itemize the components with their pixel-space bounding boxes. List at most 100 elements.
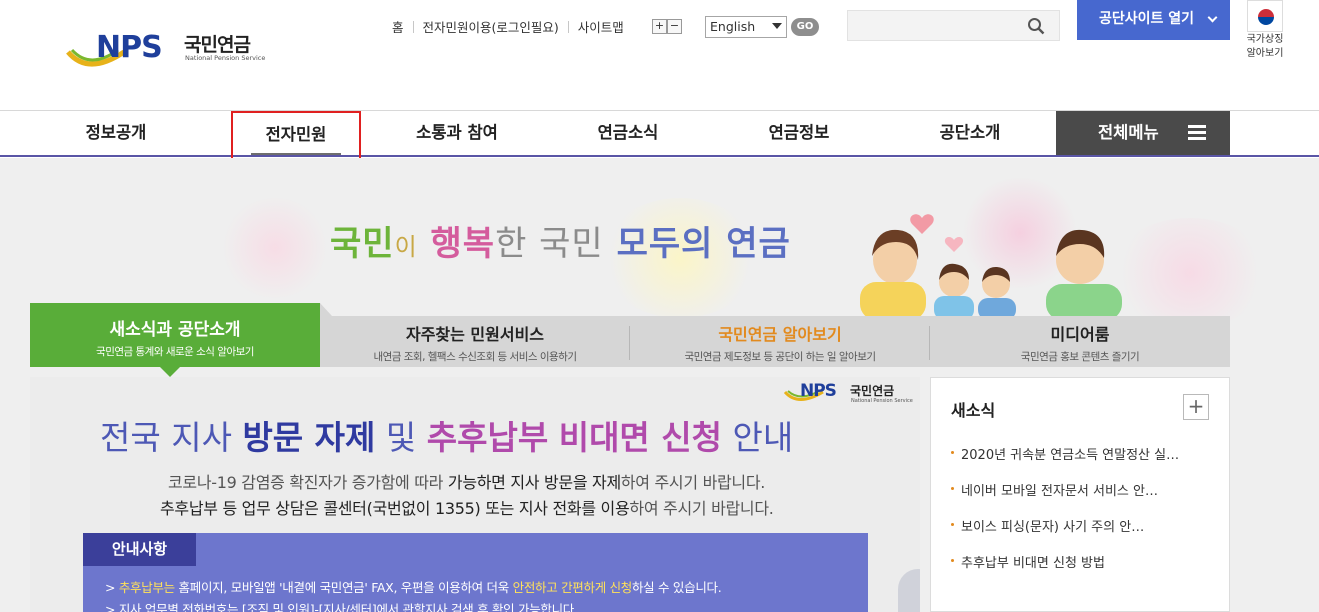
slogan-word: 국민 (330, 224, 395, 264)
util-sitemap-link[interactable]: 사이트맵 (578, 20, 624, 35)
gnb-item-info-disclosure[interactable]: 정보공개 (46, 111, 186, 155)
slogan-word: 모두의 연금 (616, 224, 791, 264)
bullet-icon (951, 559, 954, 562)
tab-subtitle: 국민연금 통계와 새로운 소식 알아보기 (96, 346, 254, 358)
banner-logo-ko: 국민연금 (850, 384, 895, 398)
national-symbol-link[interactable]: 국가상징 알아보기 (1240, 0, 1290, 66)
tab-learn-pension[interactable]: 국민연금 알아보기 국민연금 제도정보 등 공단이 하는 일 알아보기 (630, 316, 930, 367)
tab-title: 미디어룸 (1050, 325, 1110, 344)
list-item[interactable]: 2020년 귀속분 연금소득 연말정산 실… (951, 444, 1179, 480)
gnb-item-communication[interactable]: 소통과 참여 (387, 111, 527, 155)
notice-title: 안내사항 (83, 533, 196, 566)
open-affiliate-sites-button[interactable]: 공단사이트 열기 (1077, 0, 1230, 40)
gnb-item-about[interactable]: 공단소개 (900, 111, 1040, 155)
text-part: 추후납부 등 업무 상담은 콜센터(국번없이 1355) 또는 지사 전화를 이… (160, 499, 630, 518)
news-list: 2020년 귀속분 연금소득 연말정산 실… 네이버 모바일 전자문서 서비스 … (951, 444, 1179, 588)
logo-name-ko: 국민연금 (184, 34, 251, 56)
text-part: > (105, 580, 119, 595)
tab-title: 국민연금 알아보기 (718, 325, 842, 344)
bullet-icon (951, 523, 954, 526)
text-part: 안전하고 간편하게 신청 (512, 580, 633, 595)
notice-banner[interactable]: NPS 국민연금 National Pension Service 전국 지사 … (30, 377, 920, 612)
util-nav: 홈 전자민원이용(로그인필요) 사이트맵 (392, 17, 624, 37)
headline-part: 안내 (732, 418, 794, 457)
active-underline (251, 153, 341, 155)
headline-part: 추후납부 (426, 418, 549, 457)
zoom-in-button[interactable]: + (652, 19, 667, 34)
main-navigation: 정보공개 전자민원 소통과 참여 연금소식 연금정보 공단소개 전체메뉴 (0, 111, 1319, 164)
taegukgi-flag-icon (1247, 0, 1283, 32)
notice-line-2: > 지사 업무별 전화번호는 [조직 및 인원]-[지사/센터]에서 관할지사 … (105, 602, 578, 612)
tab-frequent-services[interactable]: 자주찾는 민원서비스 내연금 조회, 헬팩스 수신조회 등 서비스 이용하기 (320, 316, 630, 367)
banner-logo-en: National Pension Service (851, 398, 913, 404)
text-part: 하여 주시기 바랍니다. (620, 473, 766, 492)
banner-text-line-2: 추후납부 등 업무 상담은 콜센터(국번없이 1355) 또는 지사 전화를 이… (160, 495, 774, 519)
headline-part: 및 (385, 418, 417, 457)
gnb-item-label: 전자민원 (265, 125, 327, 144)
bullet-icon (951, 487, 954, 490)
main-visual: 국민이 행복한 국민 모두의 연금 새소식과 공단소개 국민연금 통계와 새로운… (0, 158, 1319, 612)
zoom-out-button[interactable]: − (667, 19, 682, 34)
text-part: 가능하면 지사 방문을 자제 (447, 473, 621, 492)
news-title: 새소식 (951, 401, 996, 420)
all-menu-label: 전체메뉴 (1098, 123, 1159, 142)
emblem-label-2: 알아보기 (1246, 48, 1284, 59)
gnb-item-pension-info[interactable]: 연금정보 (729, 111, 869, 155)
slogan: 국민이 행복한 국민 모두의 연금 (330, 216, 791, 265)
main-tabs: 새소식과 공단소개 국민연금 통계와 새로운 소식 알아보기 자주찾는 민원서비… (30, 303, 1230, 377)
tab-subtitle: 국민연금 제도정보 등 공단이 하는 일 알아보기 (684, 351, 876, 363)
text-part: 하실 수 있습니다. (631, 580, 722, 595)
chevron-down-icon (1207, 12, 1218, 23)
headline-part: 전국 지사 (100, 418, 232, 457)
notice-box: 안내사항 > 추후납부는 홈페이지, 모바일앱 '내곁에 국민연금' FAX, … (83, 533, 868, 612)
emblem-label-1: 국가상징 (1246, 34, 1284, 45)
util-home-link[interactable]: 홈 (392, 20, 404, 35)
tab-subtitle: 내연금 조회, 헬팩스 수신조회 등 서비스 이용하기 (373, 351, 577, 363)
bullet-icon (951, 451, 954, 454)
decorative-glow (220, 198, 330, 298)
news-item-title: 네이버 모바일 전자문서 서비스 안… (961, 484, 1158, 499)
language-go-button[interactable]: GO (791, 18, 819, 36)
banner-headline: 전국 지사 방문 자제 및 추후납부 비대면 신청 안내 (100, 411, 793, 459)
hamburger-icon (1188, 125, 1206, 141)
tab-news-and-about[interactable]: 새소식과 공단소개 국민연금 통계와 새로운 소식 알아보기 (30, 303, 320, 377)
logo-mark: NPS (96, 30, 163, 65)
list-item[interactable]: 네이버 모바일 전자문서 서비스 안… (951, 480, 1179, 516)
text-part: 코로나-19 감염증 확진자가 증가함에 따라 (168, 473, 444, 492)
zoom-controls: + − (652, 19, 682, 34)
all-menu-button[interactable]: 전체메뉴 (1056, 111, 1230, 155)
language-select[interactable]: English (705, 16, 787, 38)
util-eservice-link[interactable]: 전자민원이용(로그인필요) (423, 20, 559, 35)
slogan-word: 한 국민 (495, 224, 604, 264)
divider (412, 21, 414, 33)
news-item-title: 보이스 피싱(문자) 사기 주의 안… (961, 520, 1145, 535)
banner-logo-mark: NPS (800, 381, 837, 401)
tab-subtitle: 국민연금 홍보 콘텐츠 즐기기 (1020, 351, 1140, 363)
language-selected-value: English (710, 19, 756, 34)
text-part: 하여 주시기 바랍니다. (629, 499, 774, 518)
tab-title: 자주찾는 민원서비스 (405, 325, 545, 344)
logo-name-en: National Pension Service (185, 54, 266, 62)
headline-part: 비대면 신청 (558, 418, 722, 457)
news-item-title: 추후납부 비대면 신청 방법 (961, 556, 1105, 571)
news-more-button[interactable]: + (1183, 394, 1209, 420)
tab-media-room[interactable]: 미디어룸 국민연금 홍보 콘텐츠 즐기기 (930, 316, 1230, 367)
gnb-item-e-service[interactable]: 전자민원 (231, 111, 361, 164)
gnb-item-pension-news[interactable]: 연금소식 (558, 111, 698, 155)
divider (567, 21, 569, 33)
nps-logo[interactable]: NPS 국민연금 National Pension Service (66, 28, 276, 84)
slogan-word: 이 (394, 233, 418, 261)
banner-nps-logo: NPS 국민연금 National Pension Service (784, 381, 913, 411)
active-tab-pointer (160, 367, 180, 377)
search-input[interactable] (847, 10, 1060, 41)
headline-part: 방문 자제 (242, 418, 376, 457)
slogan-word: 행복 (430, 224, 496, 264)
header: NPS 국민연금 National Pension Service 홈 전자민원이… (0, 0, 1319, 111)
list-item[interactable]: 추후납부 비대면 신청 방법 (951, 552, 1179, 588)
chevron-down-icon (772, 23, 782, 29)
site-button-label: 공단사이트 열기 (1099, 11, 1195, 27)
text-part: 홈페이지, 모바일앱 '내곁에 국민연금' FAX, 우편을 이용하여 더욱 (174, 580, 513, 595)
search-icon[interactable] (1027, 17, 1045, 35)
news-panel: 새소식 + 2020년 귀속분 연금소득 연말정산 실… 네이버 모바일 전자문… (930, 377, 1230, 612)
list-item[interactable]: 보이스 피싱(문자) 사기 주의 안… (951, 516, 1179, 552)
